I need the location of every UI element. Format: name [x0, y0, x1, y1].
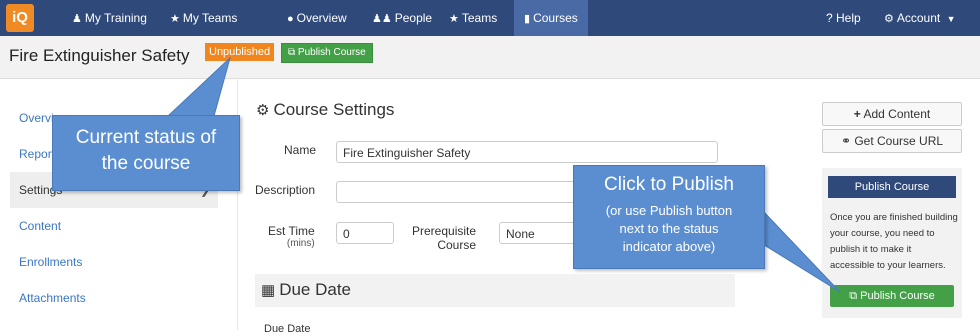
- status-callout-line1: Current status of: [75, 127, 217, 148]
- publish-callout-line2: (or use Publish button: [605, 203, 733, 218]
- status-callout-line2: the course: [101, 153, 191, 174]
- publish-callout-line3: next to the status: [619, 221, 719, 236]
- status-callout-arrow: [166, 56, 231, 117]
- publish-callout-title: Click to Publish: [604, 174, 734, 195]
- publish-callout-line4: indicator above): [622, 239, 716, 254]
- publish-callout: Click to Publish (or use Publish button …: [573, 165, 765, 269]
- status-callout: Current status of the course: [52, 115, 240, 191]
- publish-callout-body: (or use Publish button next to the statu…: [574, 202, 764, 256]
